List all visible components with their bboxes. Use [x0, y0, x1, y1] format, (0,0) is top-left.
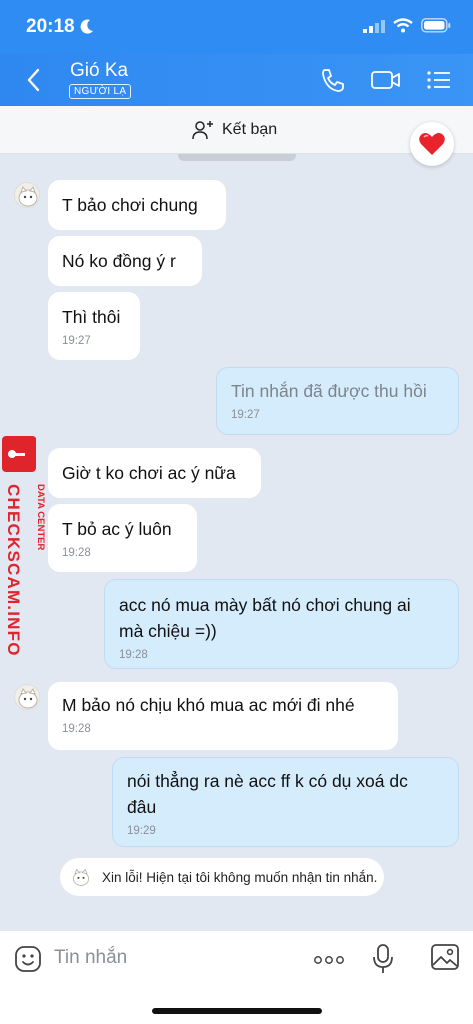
status-time: 20:18: [26, 16, 75, 37]
menu-icon[interactable]: [424, 66, 454, 94]
back-arrow-icon[interactable]: [22, 66, 46, 94]
system-notice: Xin lỗi! Hiện tại tôi không muốn nhận ti…: [60, 858, 384, 896]
microphone-icon[interactable]: [372, 943, 394, 975]
moon-icon: [80, 19, 93, 34]
emoji-icon[interactable]: [14, 945, 42, 973]
notice-text: Xin lỗi! Hiện tại tôi không muốn nhận ti…: [102, 869, 378, 885]
message-bubble[interactable]: Giờ t ko chơi ac ý nữa: [48, 448, 261, 498]
message-bubble[interactable]: M bảo nó chịu khó mua ac mới đi nhé 19:2…: [48, 682, 398, 750]
message-text: Thì thôi: [62, 307, 121, 327]
message-time: 19:27: [231, 409, 260, 421]
message-input[interactable]: Tin nhắn: [54, 947, 127, 969]
message-time: 19:28: [62, 723, 91, 735]
message-text-line2: mà chiệu =)): [119, 621, 217, 641]
message-time: 19:29: [127, 825, 156, 837]
message-text: Giờ t ko chơi ac ý nữa: [62, 463, 236, 483]
collapsed-pill: [178, 154, 296, 161]
cat-avatar-icon: [18, 687, 38, 709]
chat-header: Gió Ka NGƯỜI LẠ: [0, 54, 473, 106]
message-bubble[interactable]: Thì thôi 19:27: [48, 292, 140, 360]
contact-avatar[interactable]: [14, 684, 40, 710]
watermark-big: CHECKSCAM.INFO: [4, 484, 23, 657]
message-bubble[interactable]: nói thẳng ra nè acc ff k có dụ xoá dc đâ…: [112, 757, 459, 847]
battery-icon: [421, 18, 451, 33]
contact-avatar[interactable]: [14, 182, 40, 208]
add-friend-label: Kết bạn: [222, 121, 278, 138]
signal-icon: [363, 19, 385, 33]
message-bubble[interactable]: Nó ko đồng ý r: [48, 236, 202, 286]
message-text-line1: nói thẳng ra nè acc ff k có dụ xoá dc: [127, 771, 408, 791]
status-icons: [363, 18, 451, 33]
message-text: T bỏ ac ý luôn: [62, 519, 172, 539]
video-call-icon[interactable]: [370, 66, 402, 94]
add-friend-button[interactable]: Kết bạn: [192, 120, 277, 140]
heart-reaction-button[interactable]: [410, 122, 454, 166]
watermark: DATA CENTER CHECKSCAM.INFO: [0, 435, 48, 672]
message-bubble[interactable]: acc nó mua mày bất nó chơi chung ai mà c…: [104, 579, 459, 669]
message-time: 19:28: [119, 649, 148, 661]
message-text: M bảo nó chịu khó mua ac mới đi nhé: [62, 695, 355, 715]
cat-avatar-icon: [18, 185, 38, 207]
message-text: T bảo chơi chung: [62, 195, 198, 215]
stranger-badge: NGƯỜI LẠ: [69, 84, 132, 99]
message-text: Tin nhắn đã được thu hồi: [231, 381, 427, 401]
add-person-icon: [192, 121, 213, 140]
status-bar: 20:18: [0, 0, 473, 54]
heart-icon: [419, 133, 445, 155]
message-text-line1: acc nó mua mày bất nó chơi chung ai: [119, 595, 411, 615]
message-bubble[interactable]: T bảo chơi chung: [48, 180, 226, 230]
message-time: 19:28: [62, 547, 91, 559]
home-indicator: [152, 1008, 322, 1014]
message-time: 19:27: [62, 335, 91, 347]
wifi-icon: [393, 18, 413, 33]
contact-name[interactable]: Gió Ka: [70, 60, 128, 82]
message-text-line2: đâu: [127, 797, 157, 817]
image-icon[interactable]: [430, 943, 460, 971]
message-bubble[interactable]: T bỏ ac ý luôn 19:28: [48, 504, 197, 572]
more-icon[interactable]: [313, 955, 345, 965]
watermark-small: DATA CENTER: [35, 484, 46, 550]
recalled-message-bubble[interactable]: Tin nhắn đã được thu hồi 19:27: [216, 367, 459, 435]
phone-icon[interactable]: [318, 66, 348, 94]
add-friend-bar: Kết bạn: [0, 106, 473, 154]
message-text: Nó ko đồng ý r: [62, 251, 176, 271]
cat-avatar-icon: [72, 868, 90, 886]
